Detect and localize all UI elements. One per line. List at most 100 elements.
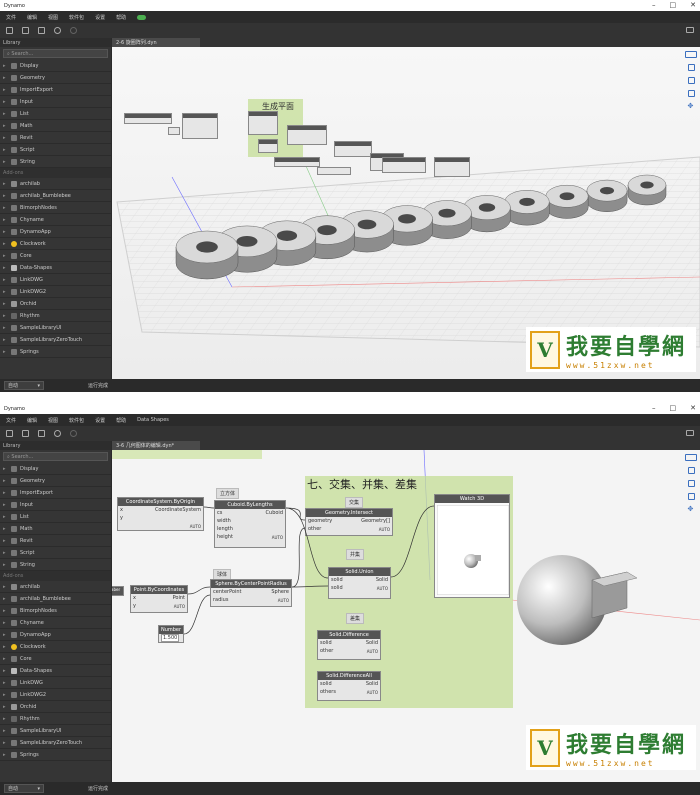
library-item-samplelibraryui[interactable]: ▸ SampleLibraryUI — [0, 725, 111, 737]
watch3d-preview[interactable] — [436, 504, 510, 596]
maximize-button[interactable]: □ — [670, 404, 677, 412]
library-item-data-shapes[interactable]: ▸ Data-Shapes — [0, 262, 111, 274]
library-item-orchid[interactable]: ▸ Orchid — [0, 298, 111, 310]
node-solid-union[interactable]: Solid.Union solid Solid solid AUTO — [328, 567, 391, 599]
node-watch-3d[interactable]: Watch 3D — [434, 494, 510, 598]
menu-settings[interactable]: 设置 — [95, 14, 105, 21]
library-item-importexport[interactable]: ▸ ImportExport — [0, 487, 111, 499]
library-item-script[interactable]: ▸ Script — [0, 547, 111, 559]
library-item-linkdwg[interactable]: ▸ LinkDWG — [0, 677, 111, 689]
library-item-samplelibraryui[interactable]: ▸ SampleLibraryUI — [0, 322, 111, 334]
library-item-string[interactable]: ▸ String — [0, 156, 111, 168]
new-file-icon[interactable] — [6, 27, 13, 34]
library-item-clockwork[interactable]: ▸ Clockwork — [0, 238, 111, 250]
menu-view[interactable]: 视图 — [48, 417, 58, 424]
node-number[interactable]: Number 1.500 — [158, 625, 184, 643]
library-search-input[interactable]: ⌕ Search... — [3, 49, 108, 58]
menu-view[interactable]: 视图 — [48, 14, 58, 21]
zoom-out-icon[interactable] — [687, 493, 695, 500]
toggle-graph-icon[interactable] — [685, 51, 697, 58]
run-mode-dropdown[interactable]: 自动 ▾ — [4, 381, 44, 390]
menu-file[interactable]: 文件 — [6, 417, 16, 424]
library-item-samplelibraryzerotouch[interactable]: ▸ SampleLibraryZeroTouch — [0, 334, 111, 346]
camera-icon[interactable] — [686, 27, 694, 33]
library-item-script[interactable]: ▸ Script — [0, 144, 111, 156]
library-item-input[interactable]: ▸ Input — [0, 96, 111, 108]
library-item-chyname[interactable]: ▸ Chyname — [0, 617, 111, 629]
library-item-dynamoapp[interactable]: ▸ DynamoApp — [0, 629, 111, 641]
library-item-list[interactable]: ▸ List — [0, 511, 111, 523]
note-cube[interactable]: 立方体 — [216, 488, 240, 499]
maximize-button[interactable]: □ — [670, 1, 677, 9]
library-item-importexport[interactable]: ▸ ImportExport — [0, 84, 111, 96]
node-cuboid-bylengths[interactable]: Cuboid.ByLengths cs Cuboid width length h… — [214, 500, 286, 548]
slider-node[interactable]: aber — [112, 586, 124, 596]
undo-icon[interactable] — [54, 27, 61, 34]
save-file-icon[interactable] — [38, 430, 45, 437]
node-sphere-bycenterpointradius[interactable]: Sphere.ByCenterPointRadius centerPoint Sp… — [210, 579, 292, 607]
toggle-graph-icon[interactable] — [685, 454, 697, 461]
pan-icon[interactable]: ✥ — [688, 506, 695, 513]
redo-icon[interactable] — [70, 27, 77, 34]
library-item-math[interactable]: ▸ Math — [0, 120, 111, 132]
library-item-archilab[interactable]: ▸ archilab — [0, 581, 111, 593]
minimize-button[interactable]: – — [652, 404, 656, 412]
library-item-display[interactable]: ▸ Display — [0, 60, 111, 72]
zoom-fit-icon[interactable] — [687, 467, 695, 474]
library-item-linkdwg2[interactable]: ▸ LinkDWG2 — [0, 286, 111, 298]
library-item-list[interactable]: ▸ List — [0, 108, 111, 120]
library-item-linkdwg[interactable]: ▸ LinkDWG — [0, 274, 111, 286]
tab-file[interactable]: 2-6 旋圈阵列.dyn — [112, 38, 200, 47]
menu-settings[interactable]: 设置 — [95, 417, 105, 424]
number-value[interactable]: 1.500 — [161, 634, 180, 642]
run-mode-dropdown[interactable]: 自动 ▾ — [4, 784, 44, 793]
zoom-in-icon[interactable] — [687, 480, 695, 487]
save-file-icon[interactable] — [38, 27, 45, 34]
library-item-springs[interactable]: ▸ Springs — [0, 346, 111, 358]
minimize-button[interactable]: – — [652, 1, 656, 9]
library-item-dynamoapp[interactable]: ▸ DynamoApp — [0, 226, 111, 238]
library-item-input[interactable]: ▸ Input — [0, 499, 111, 511]
library-item-math[interactable]: ▸ Math — [0, 523, 111, 535]
menu-help[interactable]: 帮助 — [116, 14, 126, 21]
library-item-springs[interactable]: ▸ Springs — [0, 749, 111, 761]
note-diff[interactable]: 差集 — [346, 613, 365, 624]
menu-data-shapes[interactable]: Data Shapes — [137, 417, 169, 423]
redo-icon[interactable] — [70, 430, 77, 437]
library-item-bimorphnodes[interactable]: ▸ BimorphNodes — [0, 202, 111, 214]
zoom-out-icon[interactable] — [687, 90, 695, 97]
library-item-geometry[interactable]: ▸ Geometry — [0, 72, 111, 84]
library-item-archilab-bumblebee[interactable]: ▸ archilab_Bumblebee — [0, 190, 111, 202]
undo-icon[interactable] — [54, 430, 61, 437]
node-solid-difference[interactable]: Solid.Difference solid Solid other AUTO — [317, 630, 381, 660]
zoom-fit-icon[interactable] — [687, 64, 695, 71]
node-coordinatesystem-byorigin[interactable]: CoordinateSystem.ByOrigin x CoordinateSys… — [117, 497, 204, 531]
library-item-chyname[interactable]: ▸ Chyname — [0, 214, 111, 226]
close-button[interactable]: ✕ — [690, 1, 696, 9]
library-item-linkdwg2[interactable]: ▸ LinkDWG2 — [0, 689, 111, 701]
note-union[interactable]: 并集 — [346, 549, 365, 560]
close-button[interactable]: ✕ — [690, 404, 696, 412]
note-intersect[interactable]: 交集 — [345, 497, 364, 508]
library-item-geometry[interactable]: ▸ Geometry — [0, 475, 111, 487]
workspace-canvas[interactable]: 生成平面 ✥ V 我要自學網 www.51zxw.net — [112, 47, 700, 379]
tab-file[interactable]: 3-6 几何图体的编辑.dyn* — [112, 441, 200, 450]
node-geometry-intersect[interactable]: Geometry.Intersect geometry Geometry[] ot… — [305, 508, 393, 536]
menu-edit[interactable]: 编辑 — [27, 417, 37, 424]
workspace-canvas[interactable]: 七、交集、并集、差集 立方体 球体 交集 并集 差集 CoordinateSys… — [112, 450, 700, 782]
library-item-data-shapes[interactable]: ▸ Data-Shapes — [0, 665, 111, 677]
new-file-icon[interactable] — [6, 430, 13, 437]
library-item-orchid[interactable]: ▸ Orchid — [0, 701, 111, 713]
node-solid-differenceall[interactable]: Solid.DifferenceAll solid Solid others AUT… — [317, 671, 381, 701]
menu-edit[interactable]: 编辑 — [27, 14, 37, 21]
library-item-rhythm[interactable]: ▸ Rhythm — [0, 713, 111, 725]
node-point-bycoordinates[interactable]: Point.ByCoordinates x Point y AUTO — [130, 585, 188, 613]
library-item-core[interactable]: ▸ Core — [0, 653, 111, 665]
library-item-revit[interactable]: ▸ Revit — [0, 132, 111, 144]
pan-icon[interactable]: ✥ — [688, 103, 695, 110]
library-item-bimorphnodes[interactable]: ▸ BimorphNodes — [0, 605, 111, 617]
menu-packages[interactable]: 软件包 — [69, 14, 84, 21]
library-item-samplelibraryzerotouch[interactable]: ▸ SampleLibraryZeroTouch — [0, 737, 111, 749]
library-item-string[interactable]: ▸ String — [0, 559, 111, 571]
library-item-display[interactable]: ▸ Display — [0, 463, 111, 475]
